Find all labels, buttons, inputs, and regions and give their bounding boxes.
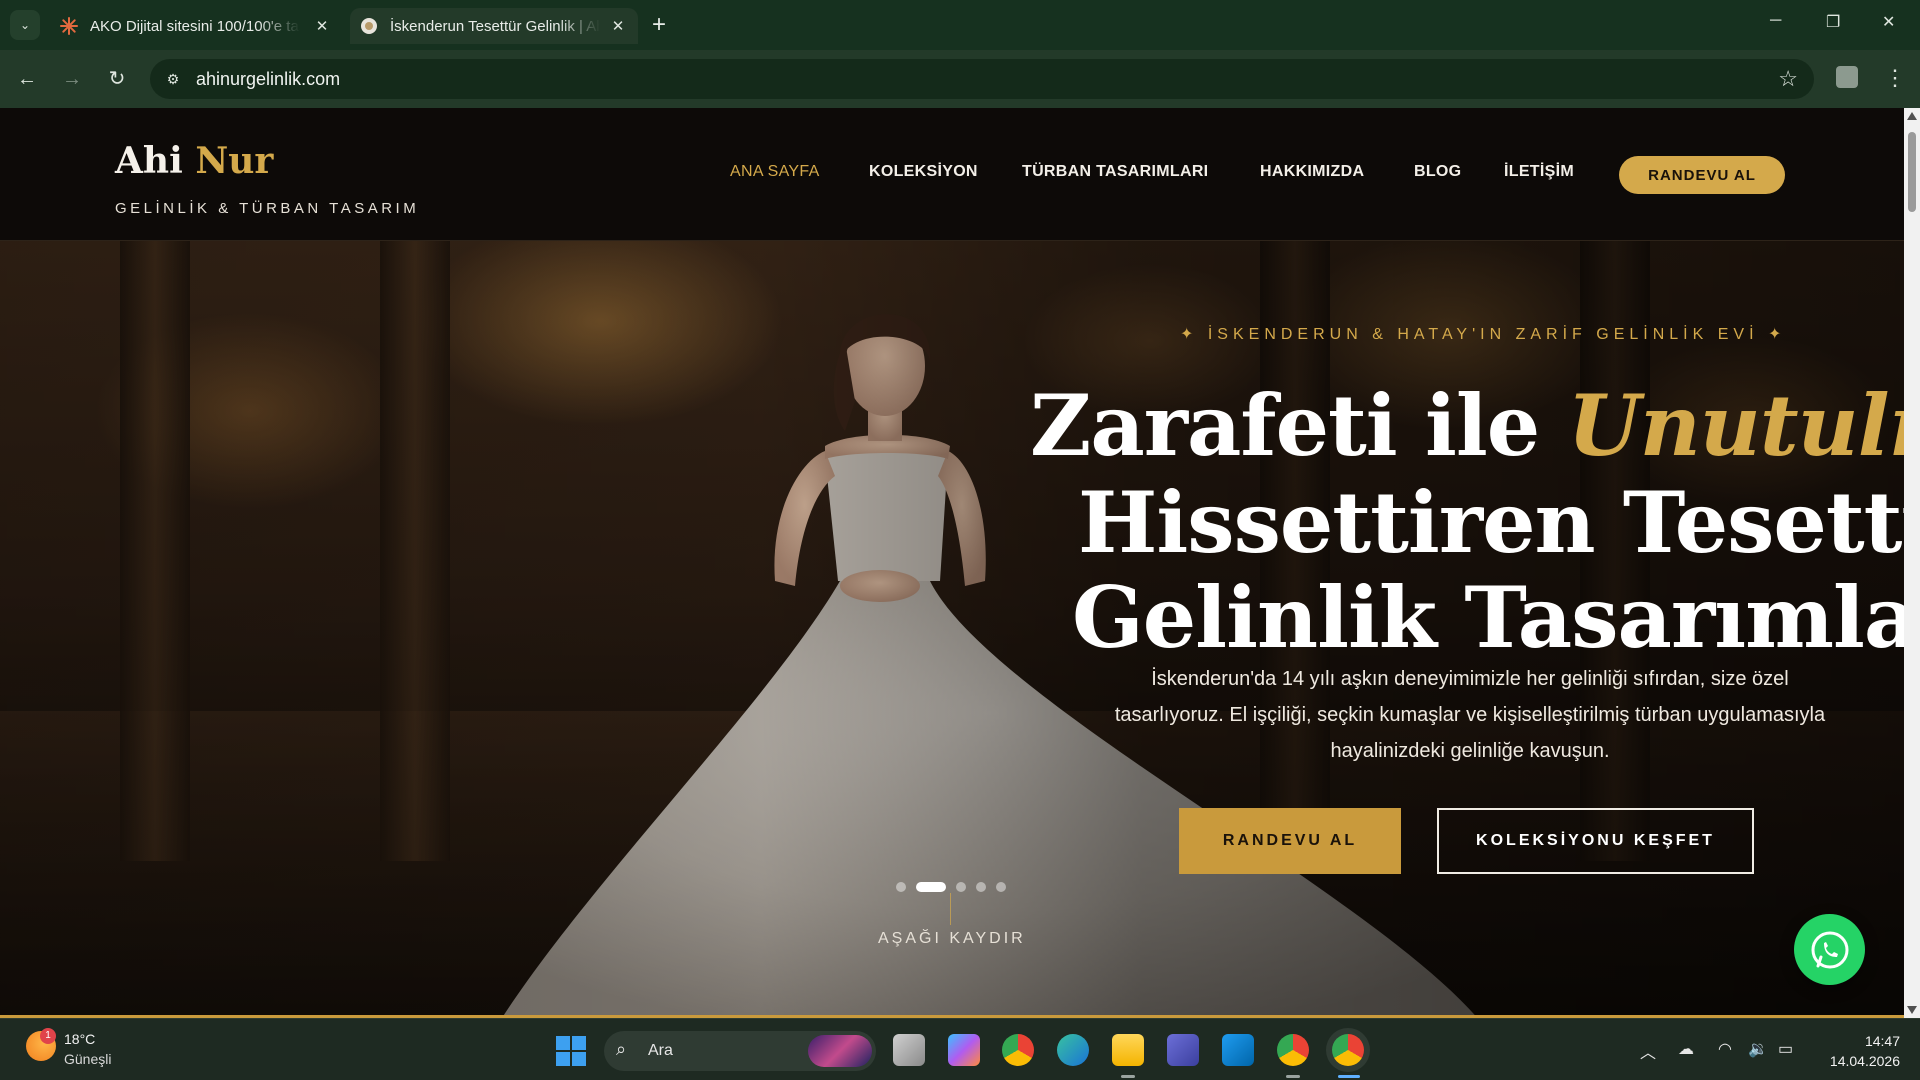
file-explorer-icon[interactable] [1112,1034,1144,1066]
scroll-down-hint[interactable]: AŞAĞI KAYDIR [878,930,1026,948]
whatsapp-button[interactable] [1794,914,1865,985]
tab-ako-dijital[interactable]: AKO Dijital sitesini 100/100'e taşı ✕ [50,8,342,44]
hero-appointment-button[interactable]: RANDEVU AL [1179,808,1401,874]
copilot-icon[interactable] [948,1034,980,1066]
tab-close-icon[interactable]: ✕ [608,17,628,35]
nav-koleksiyon[interactable]: KOLEKSİYON [869,163,978,181]
asterisk-icon [60,17,78,35]
scroll-indicator-line [950,893,951,925]
hero-title-line-2: Hissettiren Tesettür [1078,473,1904,572]
site-logo-icon [360,17,378,35]
nav-blog[interactable]: BLOG [1414,163,1461,181]
tab-title: İskenderun Tesettür Gelinlik | Ahi Nur [390,17,600,35]
chrome-profile-icon[interactable] [1277,1034,1309,1066]
nav-turban-tasarimlari[interactable]: TÜRBAN TASARIMLARI [1022,163,1208,181]
hero-title-plain: Zarafeti ile [1030,376,1540,475]
weather-badge: 1 [40,1028,56,1044]
nav-ana-sayfa[interactable]: ANA SAYFA [730,163,820,181]
hero-collection-button[interactable]: KOLEKSİYONU KEŞFET [1437,808,1754,874]
scroll-up-icon[interactable] [1907,112,1917,120]
slider-dots [896,881,1006,893]
back-icon[interactable]: ← [12,64,42,94]
slider-dot[interactable] [956,882,966,892]
minimize-icon[interactable]: ─ [1770,12,1781,30]
browser-menu-icon[interactable]: ⋮ [1884,64,1906,92]
clock-date: 14.04.2026 [1829,1053,1900,1069]
wifi-icon[interactable]: ◠ [1718,1039,1732,1059]
site-tagline: GELİNLİK & TÜRBAN TASARIM [115,200,420,217]
close-window-icon[interactable]: ✕ [1882,12,1895,32]
search-highlight-image [808,1035,872,1067]
site-logo[interactable]: Ahi Nur [115,140,273,182]
restore-icon[interactable]: ❐ [1826,12,1840,32]
forward-icon[interactable]: → [57,64,87,94]
header-appointment-button[interactable]: RANDEVU AL [1619,156,1785,194]
clock-time: 14:47 [1864,1033,1900,1049]
reload-icon[interactable]: ↻ [102,64,132,94]
site-info-icon[interactable]: ⚙ [162,68,184,90]
nav-hakkimizda[interactable]: HAKKIMIZDA [1260,163,1364,181]
weather-desc[interactable]: Güneşli [64,1051,111,1067]
scroll-down-icon[interactable] [1907,1006,1917,1014]
logo-accent: Nur [195,140,274,182]
address-bar[interactable]: ⚙ ahinurgelinlik.com ☆ [150,59,1814,99]
browser-toolbar: ← → ↻ ⚙ ahinurgelinlik.com ☆ ⋮ [0,50,1920,108]
search-icon: ⌕ [616,1039,627,1059]
slider-dot[interactable] [996,882,1006,892]
taskbar-clock[interactable]: 14:47 14.04.2026 [1820,1031,1900,1071]
hero-eyebrow: ✦ İSKENDERUN & HATAY'IN ZARİF GELİNLİK E… [1180,326,1787,343]
chrome-icon[interactable] [1002,1034,1034,1066]
tab-close-icon[interactable]: ✕ [312,17,332,35]
slider-dot-active[interactable] [916,882,946,892]
vscode-icon[interactable] [1222,1034,1254,1066]
slider-dot[interactable] [896,882,906,892]
app-icon[interactable] [1167,1034,1199,1066]
slider-dot[interactable] [976,882,986,892]
logo-main: Ahi [115,140,183,182]
tab-search-button[interactable]: ⌄ [10,10,40,40]
hero-title-accent: Unutulmaz [1567,376,1904,475]
new-tab-button[interactable]: + [652,10,666,40]
active-indicator [1338,1075,1360,1078]
tab-title: AKO Dijital sitesini 100/100'e taşı [90,17,300,35]
hero-section: ✦ İSKENDERUN & HATAY'IN ZARİF GELİNLİK E… [0,241,1904,1018]
windows-start-icon[interactable] [556,1036,586,1066]
whatsapp-icon [1811,930,1848,969]
volume-icon[interactable]: 🔉 [1748,1039,1768,1059]
page-scrollbar[interactable] [1904,108,1920,1018]
tray-overflow-icon[interactable]: ︿ [1640,1039,1656,1063]
tab-ahinur[interactable]: İskenderun Tesettür Gelinlik | Ahi Nur ✕ [350,8,638,44]
hero-title-line-3: Gelinlik Tasarımları [1072,568,1904,667]
taskbar-search[interactable]: ⌕ Ara [604,1031,876,1071]
weather-temp[interactable]: 18°C [64,1031,95,1047]
edge-icon[interactable] [1057,1034,1089,1066]
chrome-active-icon[interactable] [1332,1034,1364,1066]
scrollbar-thumb[interactable] [1908,132,1916,212]
taskbar: 1 18°C Güneşli ⌕ Ara ︿ ☁ ◠ 🔉 ▭ 14:47 14.… [0,1018,1920,1080]
search-placeholder: Ara [648,1042,673,1059]
running-indicator [1286,1075,1300,1078]
page-viewport: Ahi Nur GELİNLİK & TÜRBAN TASARIM ANA SA… [0,108,1904,1018]
extension-icon[interactable] [1836,66,1858,88]
task-view-icon[interactable] [893,1034,925,1066]
url-text[interactable]: ahinurgelinlik.com [196,69,340,90]
onedrive-icon[interactable]: ☁ [1678,1039,1694,1059]
battery-icon[interactable]: ▭ [1778,1039,1793,1059]
running-indicator [1121,1075,1135,1078]
hero-title-line-1: Zarafeti ile Unutulmaz [1030,376,1904,475]
browser-tab-strip: ⌄ AKO Dijital sitesini 100/100'e taşı ✕ … [0,0,1920,50]
nav-iletisim[interactable]: İLETİŞİM [1504,163,1574,181]
bookmark-star-icon[interactable]: ☆ [1778,66,1798,92]
site-header: Ahi Nur GELİNLİK & TÜRBAN TASARIM ANA SA… [0,108,1904,241]
hero-lead: İskenderun'da 14 yılı aşkın deneyimimizl… [1114,668,1826,762]
